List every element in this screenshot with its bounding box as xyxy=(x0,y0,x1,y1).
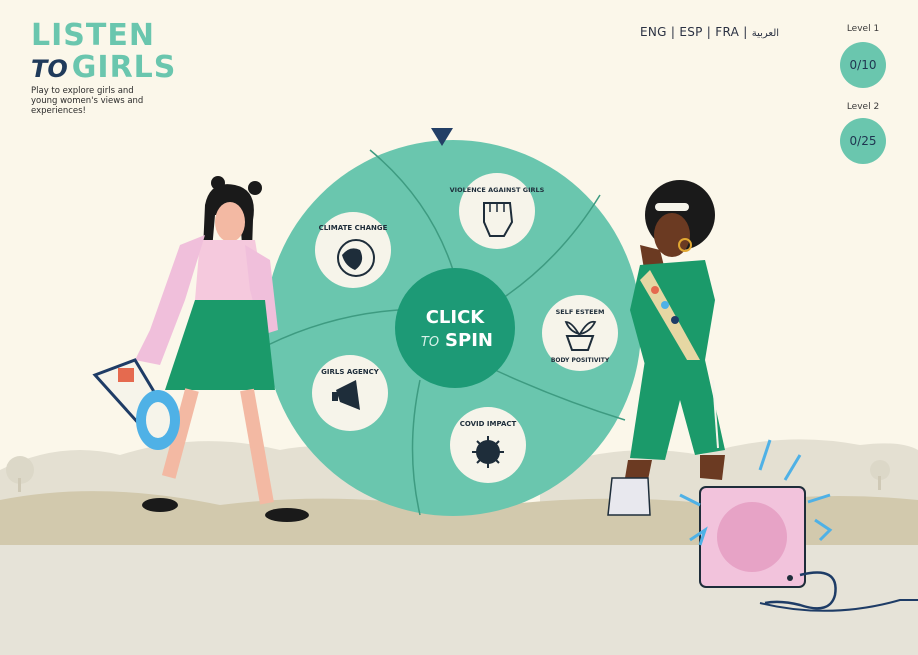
game-scene: LISTEN TO GIRLS Play to explore girls and… xyxy=(0,0,918,655)
speaker-illustration xyxy=(679,439,918,612)
